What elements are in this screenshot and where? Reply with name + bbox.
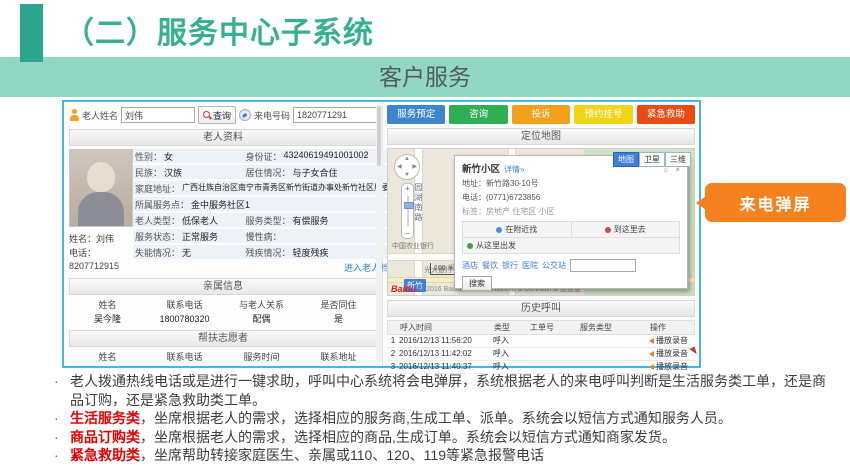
map-type-satellite[interactable]: 卫星	[639, 152, 665, 167]
call-history-table: 呼入时间 类型 工单号 服务类型 操作 1 2016/12/13 11:56:2…	[387, 320, 695, 374]
elder-info-panel: 老人姓名 查询 来电号码 老人资料 姓名：刘伟 电话：8207712915	[64, 102, 383, 366]
baidu-logo: Baidu	[391, 284, 416, 294]
left-panel-scrollbar[interactable]	[376, 104, 382, 362]
subtitle-banner: 客户服务	[0, 57, 850, 97]
volunteers-section-header: 帮扶志愿者	[69, 330, 377, 347]
search-bar: 老人姓名 查询 来电号码	[69, 105, 377, 125]
infowindow-phone: 电话：(0771)6723856	[462, 192, 680, 203]
field-row: 民族：汉族 居住情况：与子女合住	[133, 165, 400, 179]
map-call-panel: 服务预定 咨询 投诉 预约挂号 紧急救助 定位地图 ▲ ▼ ◀ ▶	[383, 102, 699, 366]
field-row: 家庭地址：广西壮族自治区南宁市青秀区新竹街道办事处新竹社区居委会	[133, 181, 400, 195]
map-type-map[interactable]: 地图	[613, 152, 639, 167]
map-infowindow: 新竹小区 详情» ☼ × 地址：新竹路30-10号 电话：(0771)67238…	[454, 155, 688, 289]
detail-link[interactable]: 详情»	[504, 164, 524, 175]
road-name-label: 园湖南路	[413, 183, 424, 223]
pan-up-icon[interactable]: ▲	[404, 156, 410, 162]
zoom-track	[407, 196, 409, 226]
zoom-thumb[interactable]	[404, 202, 414, 209]
speaker-icon	[649, 338, 654, 344]
elder-name-input[interactable]	[121, 107, 195, 123]
poi-bank-link[interactable]: 银行	[502, 260, 518, 271]
incoming-call-popup-callout: 来电弹屏	[705, 183, 846, 222]
relatives-data-row: 吴今隆 1800780320 配偶 是	[69, 312, 377, 326]
title-accent-bar	[20, 4, 43, 62]
bullet-item: · 老人拨通热线电话或是进行一键求助，呼叫中心系统将会电弹屏，系统根据老人的来电…	[54, 372, 836, 409]
poi-hospital-link[interactable]: 医院	[522, 260, 538, 271]
map-type-switcher: 地图 卫星 三维	[613, 152, 691, 167]
location-map: ▲ ▼ ◀ ▶ + − 地图 卫星 三维 园湖南路 中国农业银行 光大银行	[387, 148, 695, 296]
field-row: 老人类型：低保老人 服务类型：有偿服务	[133, 213, 400, 227]
subtitle-text: 客户服务	[0, 57, 850, 97]
service-booking-button[interactable]: 服务预定	[387, 105, 445, 124]
caller-number-label: 来电号码	[254, 109, 290, 122]
infowindow-address: 地址：新竹路30-10号	[462, 178, 680, 189]
volunteers-table: 姓名 联系电话 服务时间 联系地址	[69, 350, 377, 364]
emergency-button[interactable]: 紧急救助	[637, 105, 695, 124]
complaint-button[interactable]: 投诉	[512, 105, 570, 124]
field-row: 性别：女 身份证：43240619491001002	[133, 149, 400, 163]
profile-fields: 性别：女 身份证：43240619491001002 民族：汉族 居住情况：与子…	[133, 149, 400, 274]
history-section-header: 历史呼叫	[387, 300, 695, 317]
profile-body: 姓名：刘伟 电话：8207712915 性别：女 身份证：43240619491…	[69, 149, 377, 274]
field-row: 所属服务点：金中服务社区1	[133, 197, 400, 211]
photo-column: 姓名：刘伟 电话：8207712915	[69, 149, 133, 274]
play-recording-link[interactable]: 播放录音	[656, 348, 688, 360]
pan-right-icon[interactable]: ▶	[412, 163, 417, 170]
route-from-tab[interactable]: 从这里出发	[462, 238, 680, 254]
pan-left-icon[interactable]: ◀	[397, 163, 402, 170]
bullet-item: · 生活服务类，坐席根据老人的需求，选择相应的服务商,生成工单、派单。系统会以短…	[54, 409, 836, 428]
caller-number-input[interactable]	[293, 107, 377, 123]
field-row: 失能情况：无 残疾情况：轻度残疾	[133, 245, 400, 259]
map-type-3d[interactable]: 三维	[665, 152, 691, 167]
bullet-list: · 老人拨通热线电话或是进行一键求助，呼叫中心系统将会电弹屏，系统根据老人的来电…	[54, 372, 836, 465]
map-section-header: 定位地图	[387, 128, 695, 145]
history-row: 2 2016/12/13 11:42:02 呼入 播放录音	[387, 348, 695, 361]
speaker-icon	[649, 364, 654, 370]
destination-pin-icon	[605, 227, 611, 233]
poi-busstop-link[interactable]: 公交站	[542, 260, 566, 271]
phone-icon	[239, 109, 251, 121]
relatives-table: 姓名 联系电话 与老人关系 是否同住 吴今隆 1800780320 配偶 是	[69, 298, 377, 326]
history-row: 1 2016/12/13 11:56:20 呼入 播放录音	[387, 335, 695, 348]
bullet-item: · 紧急救助类，坐席帮助转接家庭医生、亲属或110、120、119等紧急报警电话	[54, 446, 836, 465]
poi-search-button[interactable]: 搜索	[462, 276, 492, 291]
poi-food-link[interactable]: 餐饮	[482, 260, 498, 271]
field-row: 服务状态：正常服务 慢性病：	[133, 229, 400, 243]
zoom-out-icon[interactable]: −	[402, 229, 413, 238]
photo-caption-phone: 电话：8207712915	[69, 247, 133, 273]
slide: （二）服务中心子系统 客户服务 老人姓名 查询 来电号码 老人资料	[0, 0, 850, 466]
elder-photo	[69, 149, 133, 227]
infowindow-tags: 标签：房地产 住宅区 小区	[462, 206, 680, 217]
relatives-header-row: 姓名 联系电话 与老人关系 是否同住	[69, 298, 377, 312]
nearby-search-tab[interactable]: 在附近找	[463, 222, 571, 237]
poi-hotel-link[interactable]: 酒店	[462, 260, 478, 271]
speaker-icon	[649, 351, 654, 357]
map-pan-control[interactable]: ▲ ▼ ◀ ▶	[394, 154, 420, 180]
profile-section-header: 老人资料	[69, 129, 377, 146]
appointment-button[interactable]: 预约挂号	[574, 105, 632, 124]
bullet-item: · 商品订购类，坐席根据老人的需求，选择相应的商品,生成订单。系统会以短信方式通…	[54, 428, 836, 447]
infowindow-title: 新竹小区	[462, 161, 500, 175]
pan-down-icon[interactable]: ▼	[404, 172, 410, 178]
relatives-section-header: 亲属信息	[69, 278, 377, 295]
route-to-tab[interactable]: 到这里去	[571, 222, 680, 237]
page-title: （二）服务中心子系统	[64, 8, 374, 52]
photo-caption-name: 姓名：刘伟	[69, 233, 133, 246]
volunteers-header-row: 姓名 联系电话 服务时间 联系地址	[69, 350, 377, 364]
history-header-row: 呼入时间 类型 工单号 服务类型 操作	[387, 320, 695, 335]
enter-archive-link[interactable]: 进入老人档案	[133, 261, 398, 274]
play-recording-link[interactable]: 播放录音	[656, 335, 688, 347]
bank-label: 中国农业银行	[392, 241, 434, 251]
nearby-icon	[496, 227, 502, 233]
search-icon	[203, 111, 211, 119]
elder-name-label: 老人姓名	[82, 109, 118, 122]
origin-pin-icon	[467, 243, 473, 249]
action-buttons: 服务预定 咨询 投诉 预约挂号 紧急救助	[387, 105, 695, 124]
app-window: 老人姓名 查询 来电号码 老人资料 姓名：刘伟 电话：8207712915	[62, 100, 701, 368]
poi-search-input[interactable]	[570, 259, 636, 272]
consult-button[interactable]: 咨询	[449, 105, 507, 124]
person-icon	[69, 109, 79, 121]
query-button[interactable]: 查询	[198, 106, 236, 124]
